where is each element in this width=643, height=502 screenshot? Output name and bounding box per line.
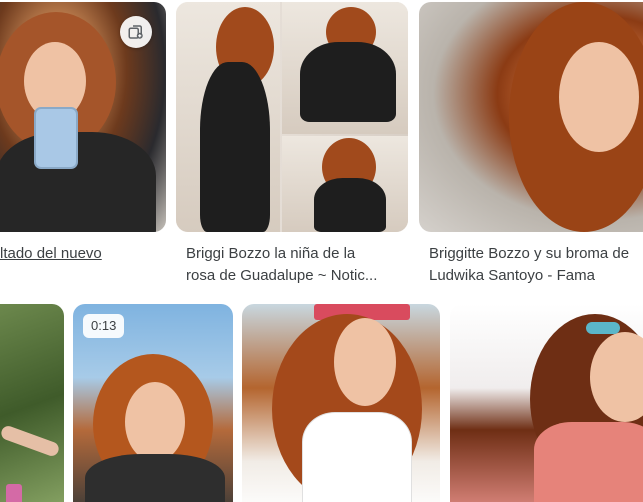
result-caption-3-line2[interactable]: Ludwika Santoyo - Fama	[429, 265, 643, 287]
outfit-shape	[0, 132, 156, 232]
bag-shape	[6, 484, 22, 502]
top-shape	[534, 422, 643, 502]
outfit-shape	[85, 454, 225, 502]
similar-images-icon[interactable]	[120, 16, 152, 48]
video-duration-badge: 0:13	[83, 314, 125, 338]
result-caption-2-line1[interactable]: Briggi Bozzo la niña de la	[186, 243, 406, 265]
face-shape	[334, 318, 396, 406]
result-caption-1[interactable]: ltado del nuevo	[0, 243, 170, 265]
result-caption-2-line2[interactable]: rosa de Guadalupe ~ Notic...	[186, 265, 406, 287]
face-shape	[559, 42, 639, 152]
hair-accessory-shape	[586, 322, 620, 334]
outfit-shape	[300, 42, 396, 122]
result-image-4[interactable]	[0, 304, 64, 502]
result-image-6[interactable]	[242, 304, 440, 502]
result-image-5-video[interactable]: 0:13	[73, 304, 233, 502]
phone-shape	[34, 107, 78, 169]
shirt-shape	[302, 412, 412, 502]
person-arm-shape	[0, 424, 61, 458]
result-image-2[interactable]	[176, 2, 408, 232]
result-image-7[interactable]	[450, 304, 643, 502]
result-image-3[interactable]	[419, 2, 643, 232]
outfit-shape	[200, 62, 270, 232]
result-image-1[interactable]	[0, 2, 166, 232]
result-caption-3-line1[interactable]: Briggitte Bozzo y su broma de	[429, 243, 643, 265]
face-shape	[125, 382, 185, 462]
outfit-shape	[314, 178, 386, 232]
